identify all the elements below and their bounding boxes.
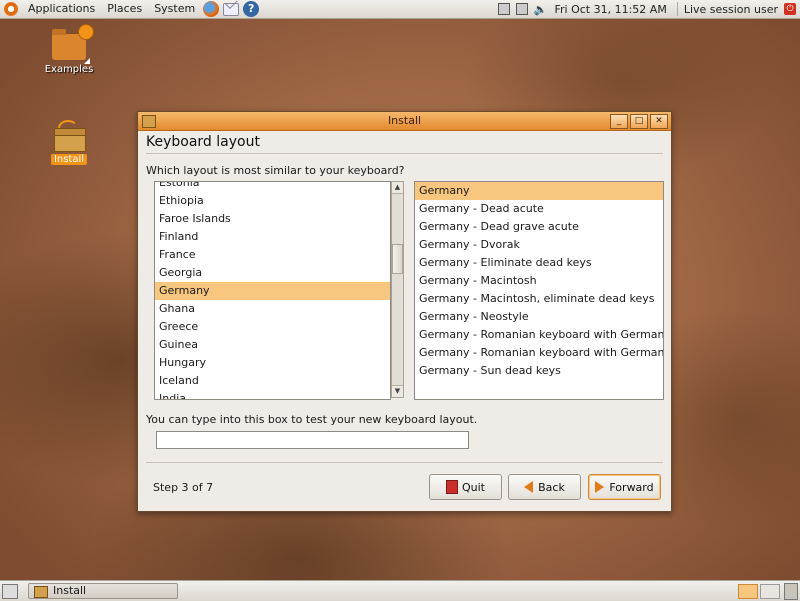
workspace-2[interactable] <box>760 584 780 599</box>
country-list-item[interactable]: Finland <box>155 228 390 246</box>
country-scrollbar[interactable]: ▲ ▼ <box>391 181 404 398</box>
test-box-label: You can type into this box to test your … <box>146 413 478 426</box>
window-titlebar[interactable]: Install _ □ ✕ <box>138 112 671 131</box>
variant-list-item[interactable]: Germany - Dead acute <box>415 200 663 218</box>
network-icon[interactable] <box>497 3 510 15</box>
variant-list-item[interactable]: Germany - Macintosh <box>415 272 663 290</box>
scroll-down-icon[interactable]: ▼ <box>392 385 403 397</box>
minimize-button[interactable]: _ <box>610 114 628 129</box>
country-list-item[interactable]: Germany <box>155 282 390 300</box>
back-label: Back <box>538 480 565 494</box>
quit-label: Quit <box>462 480 485 494</box>
taskbar-item-label: Install <box>53 584 87 597</box>
link-arrow-icon <box>84 58 90 64</box>
step-indicator: Step 3 of 7 <box>153 481 214 494</box>
page-title: Keyboard layout <box>146 134 260 150</box>
show-desktop-icon[interactable] <box>2 584 18 599</box>
volume-icon[interactable]: 🔈 <box>534 3 548 16</box>
keyboard-test-input[interactable] <box>156 431 469 449</box>
scroll-thumb[interactable] <box>392 244 403 274</box>
country-list-item[interactable]: Iceland <box>155 372 390 390</box>
country-list-item[interactable]: India <box>155 390 390 399</box>
quit-icon <box>446 480 458 494</box>
folder-icon <box>52 24 94 64</box>
clock[interactable]: Fri Oct 31, 11:52 AM <box>551 3 671 16</box>
trash-icon[interactable] <box>784 583 798 600</box>
desktop-icon-examples[interactable]: Examples <box>39 24 99 75</box>
country-list-item[interactable]: Faroe Islands <box>155 210 390 228</box>
variant-list-item[interactable]: Germany <box>415 182 663 200</box>
country-list-item[interactable]: Guinea <box>155 336 390 354</box>
arrow-right-icon <box>595 481 605 493</box>
maximize-button[interactable]: □ <box>630 114 648 129</box>
country-list-item[interactable]: Ghana <box>155 300 390 318</box>
workspace-1[interactable] <box>738 584 758 599</box>
top-panel: Applications Places System ? 🔈 Fri Oct 3… <box>0 0 800 19</box>
variant-list-item[interactable]: Germany - Romanian keyboard with German … <box>415 344 663 362</box>
bottom-panel: Install <box>0 580 800 601</box>
mail-icon[interactable] <box>223 2 240 16</box>
variant-list-item[interactable]: Germany - Eliminate dead keys <box>415 254 663 272</box>
country-list[interactable]: Estonia Ethiopia Faroe Islands Finland Franc… <box>154 181 391 400</box>
variant-list-item[interactable]: Germany - Macintosh, eliminate dead keys <box>415 290 663 308</box>
country-list-item[interactable]: Hungary <box>155 354 390 372</box>
menu-places[interactable]: Places <box>101 0 148 18</box>
desktop-icon-label: Install <box>50 154 88 165</box>
installer-box-icon <box>52 120 86 152</box>
country-list-item[interactable]: Ethiopia <box>155 192 390 210</box>
country-list-item[interactable]: Georgia <box>155 264 390 282</box>
emblem-icon <box>78 24 94 40</box>
scroll-up-icon[interactable]: ▲ <box>392 182 403 194</box>
help-icon[interactable]: ? <box>243 1 260 17</box>
forward-button[interactable]: Forward <box>588 474 661 500</box>
country-list-item[interactable]: Greece <box>155 318 390 336</box>
installer-box-icon <box>34 586 48 598</box>
system-tray: 🔈 Fri Oct 31, 11:52 AM Live session user… <box>495 0 800 18</box>
variant-list-item[interactable]: Germany - Neostyle <box>415 308 663 326</box>
divider <box>146 462 663 463</box>
variant-list[interactable]: Germany Germany - Dead acute Germany - Dea… <box>414 181 664 400</box>
close-button[interactable]: ✕ <box>650 114 668 129</box>
country-list-item[interactable]: France <box>155 246 390 264</box>
desktop-icon-install[interactable]: Install <box>39 120 99 165</box>
variant-list-item[interactable]: Germany - Sun dead keys <box>415 362 663 380</box>
power-icon[interactable]: ⏻ <box>784 3 796 15</box>
back-button[interactable]: Back <box>508 474 581 500</box>
battery-icon[interactable] <box>515 3 528 15</box>
divider <box>146 153 663 154</box>
arrow-left-icon <box>524 481 534 493</box>
country-list-item[interactable]: Estonia <box>155 182 390 192</box>
firefox-icon[interactable] <box>203 1 220 17</box>
install-window: Install _ □ ✕ Keyboard layout Which layo… <box>137 111 672 512</box>
user-menu[interactable]: Live session user <box>684 3 782 16</box>
variant-list-item[interactable]: Germany - Dead grave acute <box>415 218 663 236</box>
panel-separator <box>676 2 678 16</box>
desktop-icon-label: Examples <box>44 64 94 75</box>
taskbar-item-install[interactable]: Install <box>28 583 178 599</box>
variant-list-item[interactable]: Germany - Romanian keyboard with German … <box>415 326 663 344</box>
variant-list-item[interactable]: Germany - Dvorak <box>415 236 663 254</box>
ubuntu-logo-icon[interactable] <box>4 2 18 16</box>
quit-button[interactable]: Quit <box>429 474 502 500</box>
forward-label: Forward <box>609 480 654 494</box>
menu-applications[interactable]: Applications <box>22 0 101 18</box>
menu-system[interactable]: System <box>148 0 201 18</box>
layout-question: Which layout is most similar to your key… <box>146 164 405 177</box>
window-title: Install <box>387 114 422 127</box>
